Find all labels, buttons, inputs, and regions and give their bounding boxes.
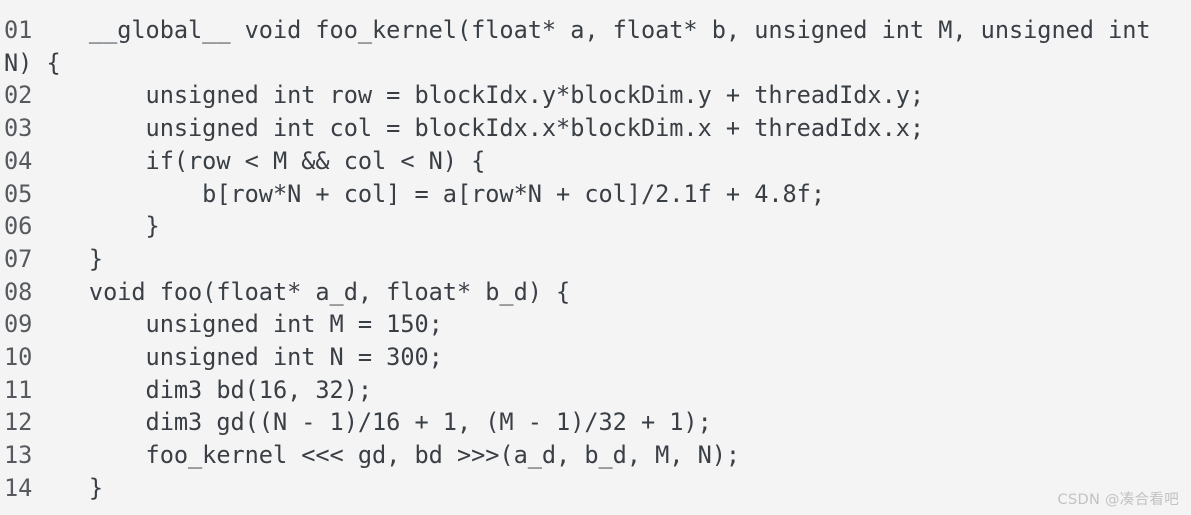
watermark-label: CSDN @凑合看吧 (1057, 492, 1179, 508)
line-source: } (32, 473, 104, 502)
line-source: dim3 bd(16, 32); (32, 375, 373, 404)
code-line: 13 foo_kernel <<< gd, bd >>>(a_d, b_d, M… (4, 439, 1191, 472)
code-block[interactable]: 01 __global__ void foo_kernel(float* a, … (0, 0, 1191, 515)
line-source: unsigned int col = blockIdx.x*blockDim.x… (32, 114, 925, 143)
code-line: 08 void foo(float* a_d, float* b_d) { (4, 276, 1191, 309)
line-number: 06 (4, 212, 33, 241)
code-line: 01 __global__ void foo_kernel(float* a, … (4, 14, 1191, 79)
line-source: __global__ void foo_kernel(float* a, flo… (4, 16, 1165, 77)
code-line: 06 } (4, 210, 1191, 243)
line-number: 08 (4, 277, 33, 306)
line-number: 13 (4, 441, 33, 470)
code-line: 12 dim3 gd((N - 1)/16 + 1, (M - 1)/32 + … (4, 406, 1191, 439)
line-source: b[row*N + col] = a[row*N + col]/2.1f + 4… (32, 179, 825, 208)
line-source: if(row < M && col < N) { (32, 146, 486, 175)
line-number: 11 (4, 375, 33, 404)
code-line: 03 unsigned int col = blockIdx.x*blockDi… (4, 112, 1191, 145)
code-line: 10 unsigned int N = 300; (4, 341, 1191, 374)
line-source: unsigned int row = blockIdx.y*blockDim.y… (32, 81, 925, 110)
line-source: foo_kernel <<< gd, bd >>>(a_d, b_d, M, N… (32, 441, 741, 470)
line-source: unsigned int M = 150; (32, 310, 443, 339)
line-source: } (32, 212, 160, 241)
line-number: 01 (4, 16, 33, 44)
line-number: 12 (4, 408, 33, 437)
code-line: 09 unsigned int M = 150; (4, 308, 1191, 341)
line-source: void foo(float* a_d, float* b_d) { (32, 277, 571, 306)
line-number: 04 (4, 146, 33, 175)
line-number: 05 (4, 179, 33, 208)
line-number: 03 (4, 114, 33, 143)
line-source: dim3 gd((N - 1)/16 + 1, (M - 1)/32 + 1); (32, 408, 712, 437)
line-number: 02 (4, 81, 33, 110)
code-lines-container: 01 __global__ void foo_kernel(float* a, … (4, 14, 1191, 505)
code-line: 04 if(row < M && col < N) { (4, 145, 1191, 178)
line-source: unsigned int N = 300; (32, 343, 443, 372)
line-number: 10 (4, 343, 33, 372)
code-line: 07 } (4, 243, 1191, 276)
code-line: 14 } (4, 472, 1191, 505)
line-number: 07 (4, 244, 33, 273)
code-line: 11 dim3 bd(16, 32); (4, 374, 1191, 407)
line-source: } (32, 244, 104, 273)
line-number: 14 (4, 473, 33, 502)
line-number: 09 (4, 310, 33, 339)
code-line: 05 b[row*N + col] = a[row*N + col]/2.1f … (4, 178, 1191, 211)
code-line: 02 unsigned int row = blockIdx.y*blockDi… (4, 79, 1191, 112)
